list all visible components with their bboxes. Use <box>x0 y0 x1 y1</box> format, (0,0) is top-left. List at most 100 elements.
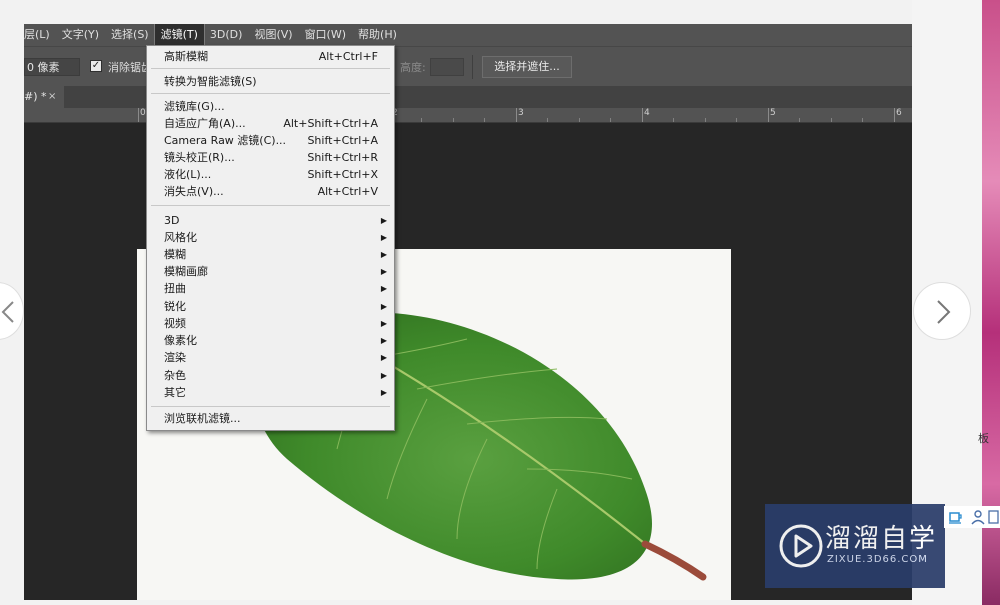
ruler-label: 5 <box>770 108 776 118</box>
menu-item-shortcut: Shift+Ctrl+A <box>307 134 378 147</box>
ruler-label: 3 <box>518 108 524 118</box>
menu-item-stylize[interactable]: 风格化 ▶ <box>147 229 394 246</box>
filter-dropdown-menu: 高斯模糊 Alt+Ctrl+F 转换为智能滤镜(S) 滤镜库(G)... 自适应… <box>146 45 395 431</box>
menu-item-label: Camera Raw 滤镜(C)... <box>164 134 287 147</box>
submenu-arrow-icon: ▶ <box>380 319 387 328</box>
menu-item-label: 浏览联机滤镜... <box>164 412 241 425</box>
menu-item-filter-gallery[interactable]: 滤镜库(G)... <box>147 98 394 115</box>
menu-item-label: 杂色 <box>164 369 186 382</box>
menu-type[interactable]: 文字(Y) <box>56 24 105 46</box>
menu-item-label: 3D <box>164 214 180 227</box>
ruler-minor-tick <box>547 118 548 122</box>
submenu-arrow-icon: ▶ <box>380 233 387 242</box>
options-divider <box>472 55 473 79</box>
ruler-minor-tick <box>736 118 737 122</box>
ruler-minor-tick <box>421 118 422 122</box>
menu-help[interactable]: 帮助(H) <box>352 24 403 46</box>
previous-image-button[interactable] <box>0 282 24 340</box>
submenu-arrow-icon: ▶ <box>380 250 387 259</box>
menu-item-shortcut: Shift+Ctrl+R <box>307 151 378 164</box>
menu-item-label: 消失点(V)... <box>164 185 224 198</box>
ruler-major-tick <box>516 108 517 122</box>
next-image-button[interactable] <box>913 282 971 340</box>
chevron-left-icon <box>1 301 14 323</box>
menu-item-label: 渲染 <box>164 351 186 364</box>
ruler-major-tick <box>642 108 643 122</box>
menu-item-vanishing-point[interactable]: 消失点(V)... Alt+Ctrl+V <box>147 183 394 200</box>
menu-item-shortcut: Shift+Ctrl+X <box>307 168 378 181</box>
menu-window[interactable]: 窗口(W) <box>299 24 352 46</box>
menu-item-label: 转换为智能滤镜(S) <box>164 75 257 88</box>
ruler-major-tick <box>894 108 895 122</box>
ruler-major-tick <box>138 108 139 122</box>
submenu-arrow-icon: ▶ <box>380 284 387 293</box>
menu-layer[interactable]: 层(L) <box>24 24 56 46</box>
menu-item-video[interactable]: 视频 ▶ <box>147 315 394 332</box>
menu-item-label: 扭曲 <box>164 282 186 295</box>
submenu-arrow-icon: ▶ <box>380 388 387 397</box>
menu-3d[interactable]: 3D(D) <box>204 24 249 46</box>
menu-item-label: 模糊画廊 <box>164 265 208 278</box>
close-tab-icon[interactable]: × <box>48 86 56 108</box>
menu-item-label: 模糊 <box>164 248 186 261</box>
cup-icon[interactable] <box>948 509 964 525</box>
ruler-minor-tick <box>610 118 611 122</box>
antialias-checkbox[interactable]: ✓ <box>90 60 102 72</box>
menu-item-pixelate[interactable]: 像素化 ▶ <box>147 332 394 349</box>
menu-item-render[interactable]: 渲染 ▶ <box>147 349 394 366</box>
watermark-title: 溜溜自学 <box>825 524 938 554</box>
menu-item-3d[interactable]: 3D ▶ <box>147 212 394 229</box>
menu-item-browse-online-filters[interactable]: 浏览联机滤镜... <box>147 410 394 427</box>
menu-item-shortcut: Alt+Ctrl+V <box>317 185 378 198</box>
menu-item-label: 锐化 <box>164 300 186 313</box>
ruler-minor-tick <box>705 118 706 122</box>
menu-item-noise[interactable]: 杂色 ▶ <box>147 367 394 384</box>
menu-item-label: 滤镜库(G)... <box>164 100 225 113</box>
submenu-arrow-icon: ▶ <box>380 371 387 380</box>
menu-item-convert-smart-filter[interactable]: 转换为智能滤镜(S) <box>147 73 394 90</box>
user-icon[interactable] <box>970 509 986 525</box>
menu-divider <box>151 406 390 407</box>
menu-divider <box>151 93 390 94</box>
menu-item-camera-raw[interactable]: Camera Raw 滤镜(C)... Shift+Ctrl+A <box>147 132 394 149</box>
menu-item-label: 液化(L)... <box>164 168 212 181</box>
submenu-arrow-icon: ▶ <box>380 267 387 276</box>
document-icon[interactable] <box>988 509 1000 525</box>
play-logo-icon <box>779 524 823 568</box>
ruler-minor-tick <box>831 118 832 122</box>
submenu-arrow-icon: ▶ <box>380 302 387 311</box>
select-and-mask-button[interactable]: 选择并遮住... <box>482 56 572 78</box>
ruler-major-tick <box>768 108 769 122</box>
height-label: 高度: <box>400 61 426 74</box>
ruler-minor-tick <box>673 118 674 122</box>
menu-item-lens-correction[interactable]: 镜头校正(R)... Shift+Ctrl+R <box>147 149 394 166</box>
ruler-minor-tick <box>799 118 800 122</box>
menu-view[interactable]: 视图(V) <box>248 24 298 46</box>
watermark-url: ZIXUE.3D66.COM <box>827 554 928 565</box>
menu-item-label: 高斯模糊 <box>164 50 208 63</box>
chevron-right-icon <box>937 300 951 324</box>
menu-item-sharpen[interactable]: 锐化 ▶ <box>147 298 394 315</box>
submenu-arrow-icon: ▶ <box>380 216 387 225</box>
menu-item-adaptive-wide-angle[interactable]: 自适应广角(A)... Alt+Shift+Ctrl+A <box>147 115 394 132</box>
document-tab[interactable]: #) * × <box>24 86 64 108</box>
menu-item-blur-gallery[interactable]: 模糊画廊 ▶ <box>147 263 394 280</box>
menu-item-liquify[interactable]: 液化(L)... Shift+Ctrl+X <box>147 166 394 183</box>
feather-input[interactable]: 0 像素 <box>24 58 80 76</box>
menu-filter[interactable]: 滤镜(T) <box>153 24 205 47</box>
side-strip-label: 板 <box>978 432 989 445</box>
ruler-minor-tick <box>862 118 863 122</box>
menu-item-gaussian-blur[interactable]: 高斯模糊 Alt+Ctrl+F <box>147 48 394 65</box>
menu-select[interactable]: 选择(S) <box>105 24 155 46</box>
height-input[interactable] <box>430 58 464 76</box>
menu-item-shortcut: Alt+Shift+Ctrl+A <box>283 117 378 130</box>
side-tool-icons <box>944 506 1000 528</box>
ruler-label: 0 <box>140 108 146 118</box>
ruler-minor-tick <box>484 118 485 122</box>
menu-item-shortcut: Alt+Ctrl+F <box>318 50 378 63</box>
menu-divider <box>151 205 390 206</box>
menu-item-label: 其它 <box>164 386 186 399</box>
menu-item-distort[interactable]: 扭曲 ▶ <box>147 280 394 297</box>
menu-item-other[interactable]: 其它 ▶ <box>147 384 394 401</box>
menu-item-blur[interactable]: 模糊 ▶ <box>147 246 394 263</box>
